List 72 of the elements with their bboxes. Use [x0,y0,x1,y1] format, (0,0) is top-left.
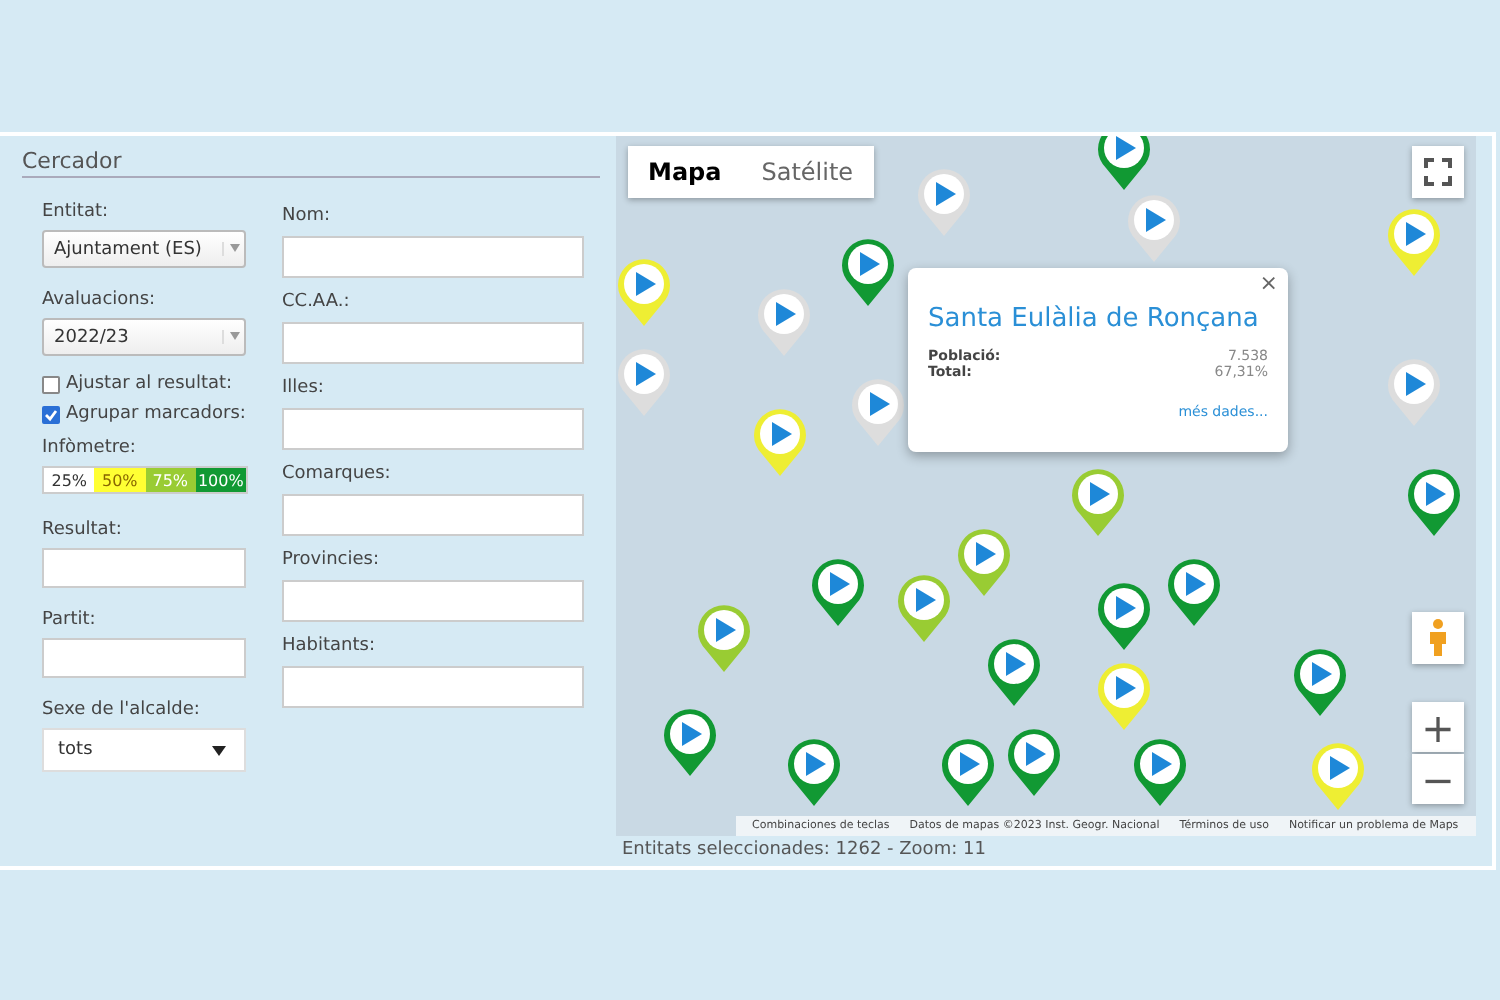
input-field[interactable] [282,666,584,708]
field-label: Entitat: [42,202,111,222]
fullscreen-icon[interactable] [1412,146,1464,198]
input-field[interactable] [42,638,246,678]
map-pin-icon[interactable] [1406,466,1462,538]
field-label: Resultat: [42,520,124,540]
scale-segment: 100% [195,468,246,492]
map-pin-icon[interactable] [850,376,906,448]
map-pin-icon[interactable] [1096,136,1152,192]
field-label: Nom: [282,206,333,226]
field-label: Illes: [282,378,326,398]
map-pin-icon[interactable] [1096,660,1152,732]
scale-segment: 75% [145,468,196,492]
map-pin-icon[interactable] [956,526,1012,598]
caret-icon [222,330,240,344]
street-view-person-icon[interactable] [1412,612,1464,664]
checkbox-label: Agrupar marcadors: [66,404,246,424]
map-pin-icon[interactable] [786,736,842,808]
map-pin-icon[interactable] [616,256,672,328]
map-pin-icon[interactable] [1126,192,1182,264]
map-pin-icon[interactable] [696,602,752,674]
map-pin-icon[interactable] [1166,556,1222,628]
field-label: Infòmetre: [42,438,138,458]
map-type-tab[interactable]: Satélite [741,146,874,198]
map-pin-icon[interactable] [896,572,952,644]
caret-icon [222,242,240,256]
panel-title: Cercador [22,148,600,178]
checkbox-label: Ajustar al resultat: [66,374,233,394]
map-pin-icon[interactable] [840,236,896,308]
field-label: Provincies: [282,550,382,570]
map-pin-icon[interactable] [986,636,1042,708]
field-label: Comarques: [282,464,393,484]
map-pin-icon[interactable] [1096,580,1152,652]
map-pin-icon[interactable] [940,736,996,808]
zoom-out-button[interactable]: − [1412,754,1464,804]
field-label: Habitants: [282,636,377,656]
field-label: CC.AA.: [282,292,352,312]
map-pin-icon[interactable] [1310,740,1366,812]
field-label: Sexe de l'alcalde: [42,700,202,720]
map-pin-icon[interactable] [1006,726,1062,798]
map-pin-icon[interactable] [1292,646,1348,718]
select-field[interactable]: 2022/23 [42,318,246,356]
map-pin-icon[interactable] [810,556,866,628]
input-field[interactable] [282,580,584,622]
map-type-tab[interactable]: Mapa [628,146,742,198]
input-field[interactable] [282,236,584,278]
popup-title: Santa Eulàlia de Ronçana [928,304,1261,336]
status-text: Entitats seleccionades: 1262 - Zoom: 11 [620,838,988,860]
close-icon[interactable]: × [1259,270,1278,296]
map-pin-icon[interactable] [1132,736,1188,808]
map-pin-icon[interactable] [1070,466,1126,538]
input-field[interactable] [282,408,584,450]
input-field[interactable] [42,548,246,588]
map-pin-icon[interactable] [662,706,718,778]
map-pin-icon[interactable] [752,406,808,478]
input-field[interactable] [282,322,584,364]
checkbox[interactable] [42,375,60,393]
caret-icon [212,745,226,755]
map-pin-icon[interactable] [756,286,812,358]
input-field[interactable] [282,494,584,536]
map-pin-icon[interactable] [616,346,672,418]
map-pin-icon[interactable] [1386,206,1442,278]
map-pin-icon[interactable] [1386,356,1442,428]
select-field[interactable]: Ajuntament (ES) [42,230,246,268]
scale-segment: 25% [44,468,95,492]
scale-segment: 50% [94,468,145,492]
checkbox[interactable] [42,405,60,423]
map-pin-icon[interactable] [916,166,972,238]
dropdown-field[interactable]: tots [42,728,246,772]
field-label: Avaluacions: [42,290,158,310]
field-label: Partit: [42,610,98,630]
zoom-in-button[interactable]: + [1412,702,1464,752]
